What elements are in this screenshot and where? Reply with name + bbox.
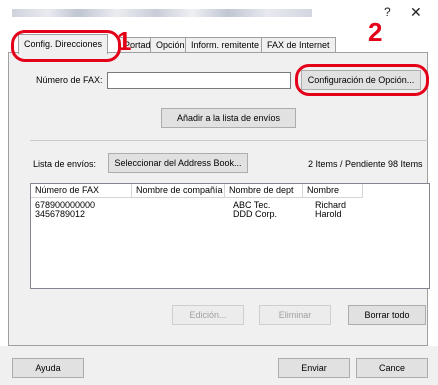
cell-name: Harold (315, 209, 342, 219)
column-header-company[interactable]: Nombre de compañía (132, 184, 225, 198)
close-icon[interactable]: ✕ (410, 4, 422, 21)
window-title-blurred (12, 9, 312, 17)
edit-button[interactable]: Edición... (172, 305, 244, 325)
column-header-name[interactable]: Nombre (303, 184, 363, 198)
select-address-book-button[interactable]: Seleccionar del Address Book... (108, 153, 248, 173)
cell-dept: DDD Corp. (233, 209, 278, 219)
option-settings-button[interactable]: Configuración de Opción... (301, 70, 421, 90)
fax-number-input[interactable] (107, 72, 291, 89)
add-to-send-list-button[interactable]: Añadir a la lista de envíos (161, 108, 296, 128)
column-header-fax[interactable]: Número de FAX (31, 184, 132, 198)
cell-fax: 3456789012 (35, 209, 86, 219)
divider (30, 140, 428, 141)
callout-number-1: 1 (117, 26, 132, 56)
column-header-dept[interactable]: Nombre de dept (225, 184, 303, 198)
fax-number-label: Número de FAX: (36, 75, 103, 85)
help-button[interactable]: Ayuda (12, 358, 84, 378)
delete-button[interactable]: Eliminar (259, 305, 331, 325)
send-list-label: Lista de envíos: (33, 159, 97, 169)
send-button[interactable]: Enviar (278, 358, 350, 378)
help-icon[interactable]: ? (384, 5, 391, 19)
send-list[interactable]: Número de FAX Nombre de compañía Nombre … (30, 183, 430, 289)
send-list-status: 2 Items / Pendiente 98 Items (308, 159, 423, 169)
callout-number-2: 2 (368, 17, 383, 47)
tab-config-direcciones[interactable]: Config. Direcciones (18, 34, 109, 54)
cancel-button[interactable]: Cance (356, 358, 428, 378)
delete-all-button[interactable]: Borrar todo (348, 305, 426, 325)
